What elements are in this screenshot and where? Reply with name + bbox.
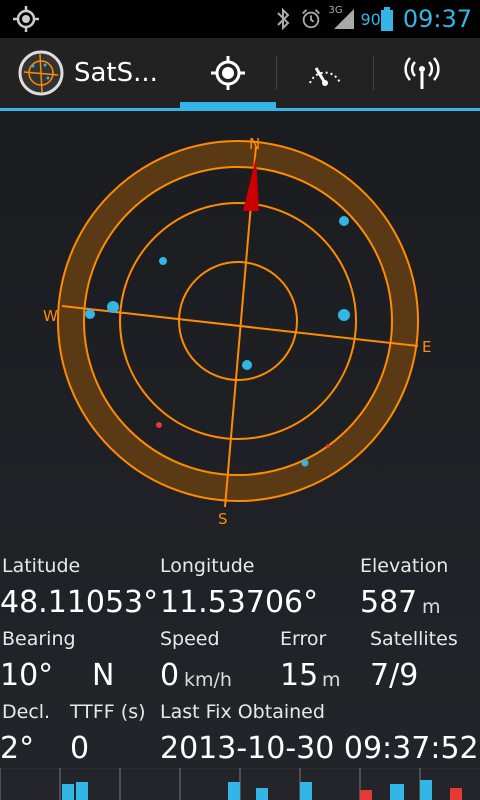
declination-value: 2° (0, 731, 35, 766)
error-unit: m (322, 669, 341, 691)
satellite-dot (85, 309, 95, 319)
signal-bar (62, 784, 74, 800)
ttff-value: 0 (70, 731, 90, 766)
bearing-value: 10° (0, 658, 54, 693)
satellite-dot (338, 309, 350, 321)
alarm-icon (302, 9, 321, 29)
elevation-label: Elevation (360, 555, 449, 577)
signal-bar (390, 784, 404, 800)
speed-label: Speed (160, 628, 220, 650)
battery-icon (380, 7, 393, 31)
bearing-label: Bearing (2, 628, 76, 650)
longitude-label: Longitude (160, 555, 255, 577)
signal-3g-icon: 3G (328, 5, 355, 31)
signal-bar (76, 782, 88, 800)
battery-level: 90 (360, 9, 381, 29)
compass-label-w: W (43, 307, 58, 325)
antenna-icon (404, 57, 440, 89)
ttff-label: TTFF (s) (70, 701, 146, 723)
error-value: 15 (280, 658, 319, 693)
speed-unit: km/h (184, 669, 232, 691)
satellite-dot (301, 459, 309, 467)
compass-inner-ring (83, 166, 393, 476)
satellites-label: Satellites (370, 628, 458, 650)
satellite-dot (159, 257, 167, 265)
compass-label-s: S (218, 510, 228, 528)
tab-satellites[interactable] (374, 38, 470, 108)
last-fix-label: Last Fix Obtained (160, 701, 325, 723)
satellite-dot-unused (156, 422, 162, 428)
elevation-ring-30 (119, 202, 357, 440)
status-bar: 3G 90 09:37 (0, 0, 480, 38)
signal-bar (420, 780, 432, 800)
satellite-dot-unused (326, 444, 330, 448)
longitude-value: 11.53706° (160, 585, 319, 620)
last-fix-value: 2013-10-30 09:37:52 (160, 731, 479, 766)
signal-bar (450, 788, 462, 800)
action-bar: SatS... (0, 38, 480, 108)
signal-bar (256, 788, 268, 800)
speedometer-icon (309, 67, 341, 86)
bearing-direction: N (92, 658, 115, 693)
elevation-value: 587 (360, 585, 418, 620)
main-panel: N E S W (0, 111, 480, 800)
error-label: Error (280, 628, 327, 650)
compass-band (58, 141, 418, 501)
signal-bar (228, 782, 240, 800)
signal-strength-strip (0, 768, 480, 800)
tab-position[interactable] (180, 38, 276, 108)
compass-label-e: E (422, 338, 431, 356)
tab-speed[interactable] (277, 38, 373, 108)
elevation-unit: m (422, 596, 441, 618)
satellite-dot (107, 301, 119, 313)
speed-value: 0 (160, 658, 180, 693)
satellite-dot (339, 216, 349, 226)
latitude-value: 48.11053° (0, 585, 159, 620)
battery-indicator: 90 (360, 7, 393, 31)
status-time: 09:37 (402, 5, 472, 33)
signal-bar (360, 790, 372, 800)
compass-label-n: N (249, 135, 260, 153)
signal-bar (300, 782, 312, 800)
latitude-label: Latitude (2, 555, 81, 577)
satellites-value: 7/9 (370, 658, 419, 693)
gps-icon (13, 6, 39, 32)
app-title[interactable]: SatS... (74, 58, 158, 88)
app-logo-icon[interactable] (18, 50, 64, 96)
satellite-dot (242, 360, 252, 370)
compass-radar: N E S W (43, 135, 431, 528)
bluetooth-icon (277, 7, 290, 31)
declination-label: Decl. (2, 701, 51, 723)
locate-icon (211, 56, 245, 90)
